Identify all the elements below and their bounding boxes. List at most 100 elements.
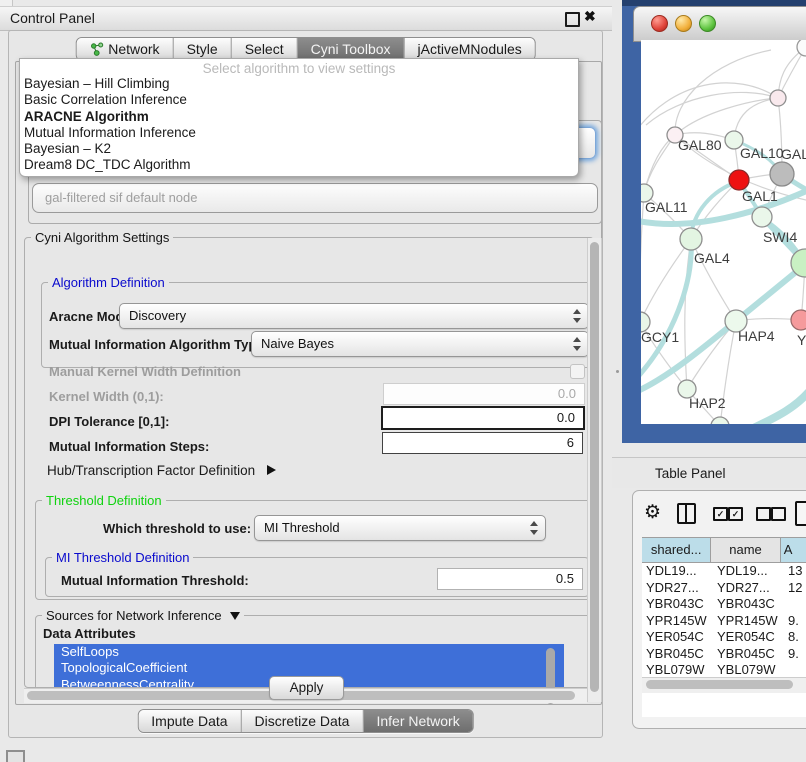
network-edge[interactable] (675, 98, 778, 135)
network-edge-highlighted[interactable] (745, 384, 806, 424)
table-row[interactable]: YBL079WYBL079W (642, 662, 806, 677)
settings-group-title: Cyni Algorithm Settings (31, 230, 173, 245)
table-cell: YDL19... (642, 563, 717, 580)
split-columns-icon[interactable] (677, 503, 696, 524)
network-canvas[interactable]: GAL7GAL80GAL10GAL1GAL11SWI4GAL4HAP4YGCY1… (641, 40, 806, 424)
node-label: GAL80 (678, 137, 722, 153)
network-node[interactable] (711, 417, 729, 424)
algorithm-option-bayesian-hill-climbing[interactable]: Bayesian – Hill Climbing (24, 76, 574, 92)
network-edge[interactable] (644, 135, 675, 193)
table-cell: YBR043C (717, 596, 788, 613)
minimize-traffic-light-icon[interactable] (675, 15, 692, 32)
dpi-tolerance-field[interactable]: 0.0 (381, 406, 585, 430)
kernel-width-label: Kernel Width (0,1): (49, 389, 164, 404)
node-label: GAL11 (645, 199, 688, 215)
table-cell: YBR045C (717, 646, 788, 663)
aracne-mode-combo[interactable]: Discovery (119, 303, 589, 329)
network-node[interactable] (791, 310, 806, 330)
table-cell: YDL19... (717, 563, 788, 580)
node-label: Y (797, 332, 806, 348)
node-label: GAL1 (742, 188, 778, 204)
cyni-bottom-tabstrip: Impute DataDiscretize DataInfer Network (137, 709, 473, 733)
table-toolbar: ⚙ ✓ ✓ (633, 499, 806, 533)
manual-kernel-label: Manual Kernel Width Definition (49, 364, 241, 379)
network-node[interactable] (680, 228, 702, 250)
table-cell: YPR145W (717, 613, 788, 630)
tab-infer-network[interactable]: Infer Network (362, 710, 472, 732)
float-window-icon[interactable] (565, 12, 580, 27)
table-cell: YBL079W (717, 662, 788, 677)
apply-button[interactable]: Apply (269, 676, 344, 700)
table-cell: YBR045C (642, 646, 717, 663)
tab-discretize-data[interactable]: Discretize Data (241, 710, 363, 732)
hub-definition-toggle[interactable]: Hub/Transcription Factor Definition (47, 463, 276, 478)
mi-steps-field[interactable]: 6 (382, 432, 583, 454)
new-table-icon[interactable] (795, 501, 806, 526)
network-graph-icon (89, 42, 103, 56)
network-edge[interactable] (641, 83, 778, 135)
network-edge[interactable] (646, 92, 778, 125)
cyni-algorithm-settings-group: Cyni Algorithm Settings Algorithm Defini… (24, 237, 594, 688)
table-cell: YDR27... (642, 580, 717, 597)
network-node[interactable] (770, 162, 794, 186)
table-horizontal-scrollbar[interactable] (642, 677, 806, 693)
table-cell: YBR043C (642, 596, 717, 613)
column-header-partial[interactable]: A (781, 538, 806, 562)
select-all-checkbox-icon[interactable]: ✓ (728, 507, 743, 521)
attribute-item-topologicalcoefficient[interactable]: TopologicalCoefficient (54, 660, 564, 676)
table-cell: YBL079W (642, 662, 717, 677)
gear-icon[interactable]: ⚙ (644, 502, 661, 524)
network-edge[interactable] (641, 239, 691, 322)
table-row[interactable]: YDL19...YDL19...13 (642, 563, 806, 580)
network-node[interactable] (770, 90, 786, 106)
algorithm-option-mutual-information-inference[interactable]: Mutual Information Inference (24, 125, 574, 141)
settings-vertical-scrollbar[interactable] (587, 238, 602, 702)
deselect-all-checkbox-icon[interactable] (756, 507, 771, 521)
table-body: YDL19...YDL19...13YDR27...YDR27...12YBR0… (642, 563, 806, 677)
tab-select[interactable]: Select (231, 38, 297, 60)
network-edge-highlighted[interactable] (641, 258, 806, 393)
table-row[interactable]: YBR043CYBR043C (642, 596, 806, 613)
algorithm-option-basic-correlation-inference[interactable]: Basic Correlation Inference (24, 92, 574, 108)
column-header-name[interactable]: name (711, 538, 780, 562)
node-label: GAL10 (740, 145, 784, 161)
tab-cyni-toolbox[interactable]: Cyni Toolbox (297, 38, 404, 60)
tab-impute-data[interactable]: Impute Data (138, 710, 240, 732)
close-traffic-light-icon[interactable] (651, 15, 668, 32)
table-panel-body: ⚙ ✓ ✓ shared... name A YDL19...YDL19...1… (632, 490, 806, 729)
table-row[interactable]: YBR045CYBR045C9. (642, 646, 806, 663)
network-node[interactable] (729, 170, 749, 190)
mi-type-combo[interactable]: Naive Bayes (251, 331, 589, 357)
aracne-mode-value: Discovery (120, 304, 588, 328)
network-edge[interactable] (641, 193, 644, 322)
table-row[interactable]: YPR145WYPR145W9. (642, 613, 806, 630)
mi-threshold-group-title: MI Threshold Definition (52, 550, 193, 565)
table-cell: 12 (788, 580, 806, 597)
close-icon[interactable]: ✖ (584, 8, 596, 25)
network-edge[interactable] (644, 135, 675, 193)
mi-threshold-field[interactable]: 0.5 (437, 568, 583, 590)
network-node[interactable] (752, 207, 772, 227)
zoom-traffic-light-icon[interactable] (699, 15, 716, 32)
column-header-shared-name[interactable]: shared... (642, 538, 711, 562)
table-row[interactable]: YDR27...YDR27...12 (642, 580, 806, 597)
tab-jactivemnodules[interactable]: jActiveMNodules (404, 38, 535, 60)
select-all-checkbox-icon[interactable]: ✓ (713, 507, 728, 521)
tab-label: Cyni Toolbox (311, 38, 391, 60)
splitter-handle[interactable] (616, 370, 619, 373)
tab-style[interactable]: Style (173, 38, 231, 60)
table-row[interactable]: YER054CYER054C8. (642, 629, 806, 646)
collapsed-panel-icon[interactable] (6, 750, 25, 762)
network-source-combo[interactable]: gal-filtered sif default node (32, 183, 598, 213)
which-threshold-combo[interactable]: MI Threshold (254, 515, 546, 541)
manual-kernel-checkbox[interactable] (570, 364, 585, 379)
kernel-width-field[interactable]: 0.0 (383, 383, 585, 405)
algorithm-option-dream8-dc-tdc-algorithm[interactable]: Dream8 DC_TDC Algorithm (24, 157, 574, 173)
tab-network[interactable]: Network (76, 38, 172, 60)
deselect-all-checkbox-icon[interactable] (771, 507, 786, 521)
attribute-item-selfloops[interactable]: SelfLoops (54, 644, 564, 660)
algorithm-option-aracne-algorithm[interactable]: ARACNE Algorithm (24, 109, 574, 125)
tab-label: Select (245, 38, 284, 60)
algorithm-option-bayesian-k2[interactable]: Bayesian – K2 (24, 141, 574, 157)
network-window-titlebar[interactable] (633, 6, 806, 42)
